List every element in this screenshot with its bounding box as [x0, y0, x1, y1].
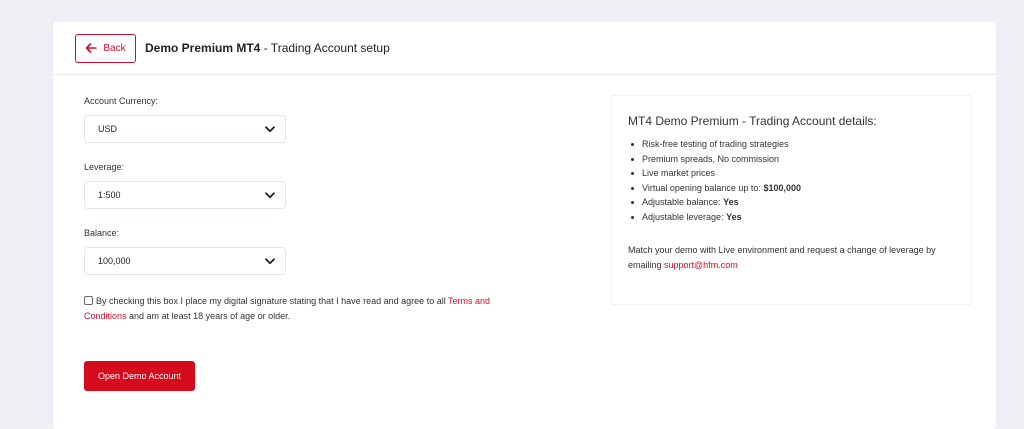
balance-value: 100,000: [98, 256, 131, 266]
details-item-text: Premium spreads, No commission: [642, 153, 780, 164]
leverage-field: Leverage: 1:500: [84, 162, 524, 209]
balance-select[interactable]: 100,000: [84, 247, 286, 275]
balance-label: Balance:: [84, 228, 120, 238]
chevron-down-icon: [265, 257, 275, 264]
details-item: Risk-free testing of trading strategies: [628, 137, 971, 152]
currency-value: USD: [98, 124, 118, 134]
details-list: Risk-free testing of trading strategies …: [628, 137, 971, 224]
details-item-bold: $100,000: [763, 182, 801, 193]
terms-text-before: By checking this box I place my digital …: [96, 296, 449, 306]
account-details-panel: MT4 Demo Premium - Trading Account detai…: [611, 95, 972, 305]
details-item-text: Risk-free testing of trading strategies: [642, 139, 789, 149]
leverage-label: Leverage:: [84, 162, 125, 172]
arrow-left-icon: [86, 43, 98, 53]
terms-text-after: and am at least 18 years of age or older…: [126, 311, 291, 321]
currency-select[interactable]: USD: [84, 115, 286, 143]
details-item: Virtual opening balance up to: $100,000: [628, 181, 971, 196]
details-item-bold: Yes: [723, 197, 739, 207]
support-email-link[interactable]: support@hfm.com: [664, 260, 738, 270]
leverage-note: Match your demo with Live environment an…: [628, 243, 958, 273]
account-form: Account Currency: USD Leverage: 1:500 Ba…: [84, 96, 524, 324]
leverage-select[interactable]: 1:500: [84, 181, 286, 209]
open-demo-account-button[interactable]: Open Demo Account: [84, 361, 195, 391]
balance-field: Balance: 100,000: [84, 228, 524, 275]
details-item: Live market prices: [628, 166, 971, 181]
leverage-value: 1:500: [98, 190, 121, 200]
terms-checkbox[interactable]: [84, 296, 93, 305]
currency-label: Account Currency:: [84, 96, 159, 106]
details-item-text: Adjustable balance:: [642, 197, 724, 207]
details-item: Adjustable leverage: Yes: [628, 210, 971, 225]
chevron-down-icon: [265, 125, 275, 132]
page-title: Demo Premium MT4 - Trading Account setup: [145, 41, 390, 55]
page-title-rest: - Trading Account setup: [260, 41, 390, 55]
details-item: Premium spreads, No commission: [628, 152, 971, 167]
details-item-text: Live market prices: [642, 168, 716, 178]
page-title-bold: Demo Premium MT4: [145, 41, 261, 55]
card-header: Back Demo Premium MT4 - Trading Account …: [53, 22, 996, 75]
details-item: Adjustable balance: Yes: [628, 195, 971, 210]
details-item-text: Virtual opening balance up to:: [642, 182, 764, 193]
back-button-label: Back: [103, 42, 126, 54]
details-title: MT4 Demo Premium - Trading Account detai…: [628, 114, 877, 128]
chevron-down-icon: [265, 191, 275, 198]
currency-field: Account Currency: USD: [84, 96, 524, 143]
setup-card: Back Demo Premium MT4 - Trading Account …: [53, 22, 996, 429]
details-item-bold: Yes: [726, 211, 742, 222]
back-button[interactable]: Back: [75, 33, 136, 63]
details-item-text: Adjustable leverage:: [642, 211, 727, 222]
terms-agreement: By checking this box I place my digital …: [84, 294, 509, 324]
